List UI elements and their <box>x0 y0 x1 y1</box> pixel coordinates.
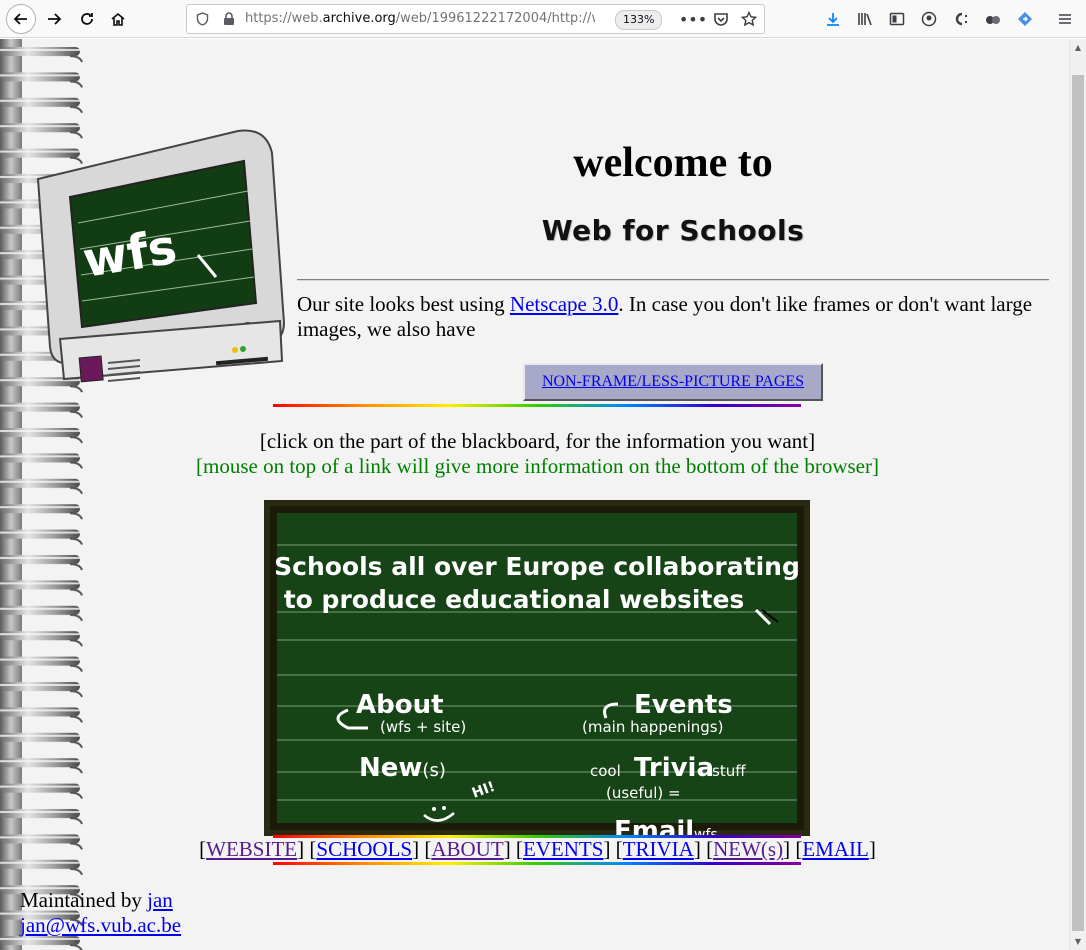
blackboard-about: About <box>356 690 444 720</box>
arrow-right-icon <box>48 13 62 25</box>
scroll-thumb[interactable] <box>1072 75 1084 931</box>
rainbow-divider <box>273 862 801 865</box>
reload-button[interactable] <box>72 4 102 34</box>
home-button[interactable] <box>103 4 133 34</box>
wfs-logo: Web for Schools <box>541 214 805 247</box>
page-title: welcome to <box>573 140 773 186</box>
arrow-left-icon <box>13 13 27 25</box>
blackboard-events: Events <box>634 690 733 720</box>
web-page: wfs welcome to Web for Schools Our site … <box>0 39 1069 950</box>
blackboard-trivia-post: stuff <box>712 762 746 780</box>
forward-button[interactable] <box>39 4 69 34</box>
url-bar[interactable]: https://web.archive.org/web/199612221720… <box>186 4 765 34</box>
sidebar-icon[interactable] <box>883 4 911 34</box>
vertical-scrollbar[interactable]: ▲ ▼ <box>1069 39 1086 950</box>
browser-toolbar: https://web.archive.org/web/199612221720… <box>0 0 1086 38</box>
url-text[interactable]: https://web.archive.org/web/199612221720… <box>245 11 595 26</box>
non-frame-link[interactable]: NON-FRAME/LESS-PICTURE PAGES <box>542 373 804 391</box>
instruction-text: [click on the part of the blackboard, fo… <box>259 429 816 453</box>
blackboard-about-sub: (wfs + site) <box>380 718 466 736</box>
intro-text: Our site looks best using Netscape 3.0. … <box>297 292 1033 341</box>
rainbow-divider <box>273 404 801 407</box>
non-frame-button[interactable]: NON-FRAME/LESS-PICTURE PAGES <box>523 363 823 401</box>
blackboard-events-sub: (main happenings) <box>582 718 723 736</box>
extension-glasses-icon[interactable] <box>979 4 1007 34</box>
blackboard-email: Email <box>614 816 694 836</box>
lock-icon[interactable] <box>220 5 238 33</box>
library-icon[interactable] <box>851 4 879 34</box>
nav-link-schools[interactable]: SCHOOLS <box>316 837 412 861</box>
extension-c-icon[interactable] <box>947 4 975 34</box>
maintainer-email-link[interactable]: jan@wfs.vub.ac.be <box>20 913 181 937</box>
nav-link-news[interactable]: NEW(s) <box>713 837 783 861</box>
nav-link-trivia[interactable]: TRIVIA <box>623 837 694 861</box>
blackboard-trivia: Trivia <box>634 753 714 783</box>
back-button[interactable] <box>6 4 36 34</box>
reload-icon <box>81 13 93 25</box>
blackboard-headline-2: to produce educational websites <box>284 585 745 614</box>
blackboard-headline-1: Schools all over Europe collaborating <box>274 552 800 581</box>
account-icon[interactable] <box>915 4 943 34</box>
netscape-link[interactable]: Netscape 3.0 <box>510 292 618 316</box>
computer-illustration: wfs <box>36 129 286 383</box>
nav-link-email[interactable]: EMAIL <box>802 837 869 861</box>
menu-icon[interactable] <box>1051 4 1079 34</box>
downloads-icon[interactable] <box>819 4 847 34</box>
nav-link-website[interactable]: WEBSITE <box>206 837 297 861</box>
maintainer-info: Maintained by jan jan@wfs.vub.ac.be <box>20 888 182 937</box>
pocket-icon[interactable] <box>709 5 733 33</box>
text-navigation: [WEBSITE] [SCHOOLS] [ABOUT] [EVENTS] [TR… <box>199 837 876 861</box>
blackboard-trivia-sub: (useful) = <box>606 784 681 802</box>
scroll-down-arrow-icon[interactable]: ▼ <box>1070 933 1086 950</box>
extension-diamond-icon[interactable] <box>1011 4 1039 34</box>
more-actions-icon[interactable]: ••• <box>679 5 707 33</box>
bookmark-star-icon[interactable] <box>737 5 761 33</box>
maintainer-link[interactable]: jan <box>147 888 173 912</box>
nav-link-events[interactable]: EVENTS <box>523 837 604 861</box>
blackboard-trivia-pre: cool <box>590 762 621 780</box>
blackboard-image-map[interactable]: Schools all over Europe collaborating to… <box>264 500 810 836</box>
shield-icon[interactable] <box>193 5 211 33</box>
divider <box>297 279 1049 281</box>
nav-link-about[interactable]: ABOUT <box>431 837 503 861</box>
hint-text: [mouse on top of a link will give more i… <box>196 454 879 478</box>
scroll-up-arrow-icon[interactable]: ▲ <box>1070 39 1086 56</box>
home-icon <box>111 12 125 26</box>
zoom-indicator[interactable]: 133% <box>615 10 663 30</box>
